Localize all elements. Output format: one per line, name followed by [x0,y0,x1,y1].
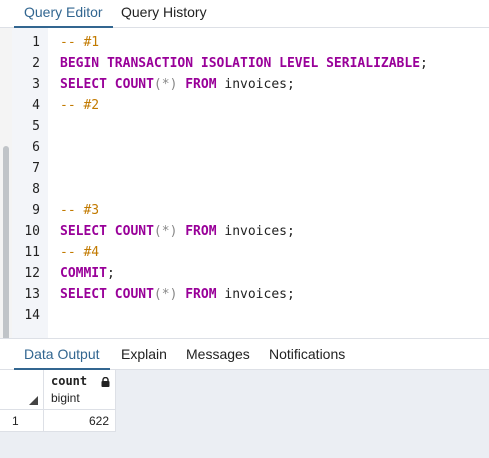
sql-token: (*) [153,224,178,239]
sql-token: (*) [153,77,178,92]
code-line[interactable]: BEGIN TRANSACTION ISOLATION LEVEL SERIAL… [60,53,428,74]
sql-keyword: SELECT COUNT [60,287,154,302]
sql-keyword: SELECT COUNT [60,224,154,239]
line-number: 13 [24,287,40,302]
code-line[interactable]: -- #4 [60,242,99,263]
sql-token: (*) [153,287,178,302]
tab-messages[interactable]: Messages [186,339,250,370]
sql-token: ; [106,266,115,281]
editor-tab-bar: Query Editor Query History [0,0,489,28]
sql-token: invoices; [216,287,295,302]
code-line[interactable]: -- #1 [60,32,99,53]
line-number: 4 [32,98,40,113]
editor-scrollbar[interactable] [0,28,12,344]
tab-explain[interactable]: Explain [121,339,167,370]
line-number: 11 [24,245,40,260]
code-line[interactable]: -- #3 [60,200,99,221]
lock-icon [101,377,110,387]
line-number: 6 [32,140,40,155]
tab-notifications[interactable]: Notifications [269,339,345,370]
tab-query-editor[interactable]: Query Editor [14,0,113,28]
sql-comment: -- #1 [60,35,100,50]
sql-keyword: FROM [185,224,217,239]
code-line[interactable]: -- #2 [60,95,99,116]
line-number: 12 [24,266,40,281]
row-number[interactable]: 1 [0,410,44,432]
line-number: 3 [32,77,40,92]
code-line[interactable]: SELECT COUNT(*) FROM invoices; [60,284,295,305]
line-number: 10 [24,224,40,239]
sql-token: invoices; [216,224,295,239]
sql-comment: -- #2 [60,98,100,113]
sql-keyword: SELECT COUNT [60,77,154,92]
column-header-count[interactable]: count bigint [44,370,116,410]
sql-keyword: BEGIN TRANSACTION ISOLATION LEVEL SERIAL… [60,56,421,71]
sql-token: ; [420,56,428,71]
tab-data-output[interactable]: Data Output [14,339,110,370]
result-grid: count bigint 1 622 [0,370,489,458]
column-name: count [51,374,88,388]
code-line[interactable]: SELECT COUNT(*) FROM invoices; [60,221,295,242]
sql-keyword: COMMIT [60,266,107,281]
code-line[interactable]: SELECT COUNT(*) FROM invoices; [60,74,295,95]
table-cell-count[interactable]: 622 [44,410,116,432]
sql-comment: -- #4 [60,245,100,260]
code-line[interactable]: COMMIT; [60,263,115,284]
sql-editor[interactable]: -- #1 BEGIN TRANSACTION ISOLATION LEVEL S… [48,28,489,338]
line-number: 1 [32,35,40,50]
line-number: 8 [32,182,40,197]
sql-comment: -- #3 [60,203,100,218]
tab-query-history[interactable]: Query History [121,0,207,28]
line-number: 7 [32,161,40,176]
grid-corner-header[interactable] [0,370,44,410]
column-type: bigint [51,391,80,405]
line-number: 2 [32,56,40,71]
line-number: 14 [24,308,40,323]
sql-keyword: FROM [185,287,217,302]
select-all-icon[interactable] [29,396,38,405]
sql-token: invoices; [216,77,295,92]
line-number: 9 [32,203,40,218]
output-tab-bar: Data Output Explain Messages Notificatio… [0,338,489,370]
editor-scrollbar-thumb[interactable] [3,146,9,344]
line-number: 5 [32,119,40,134]
sql-keyword: FROM [185,77,217,92]
line-number-gutter: 1 2 3 4 5 6 7 8 9 10 11 12 13 14 [12,28,48,338]
